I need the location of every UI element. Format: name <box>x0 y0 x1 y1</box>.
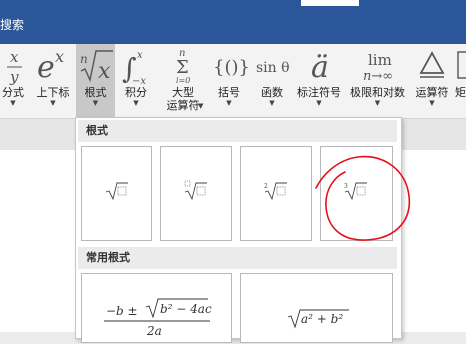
quadratic-formula: −b ± b² − 4ac 2a <box>104 298 212 338</box>
search-label[interactable]: 搜索 <box>0 16 24 33</box>
bracket-label: 括号 <box>218 86 240 99</box>
chevron-down-icon: ▼ <box>374 99 381 107</box>
section-header-radicals: 根式 <box>78 120 397 142</box>
equation-ribbon: xy 分式 ▼ ex 上下标 ▼ nx 根式 ▼ ∫ x −x 积分 ▼ n Σi=0… <box>0 44 466 119</box>
svg-text:2: 2 <box>264 183 268 190</box>
fraction-button[interactable]: xy 分式 ▼ <box>0 44 26 118</box>
operator-label: 运算符 <box>415 86 449 99</box>
radical-gallery: 根式 2 3 常用根式 −b ± b² − 4ac 2a a² + b² <box>75 117 402 343</box>
fraction-icon: xy <box>2 44 24 86</box>
bracket-button[interactable]: {()} 括号 ▼ <box>209 44 249 118</box>
function-button[interactable]: sin θ 函数 ▼ <box>251 44 293 118</box>
radical-icon: nx <box>77 44 115 86</box>
svg-text:Σ: Σ <box>176 57 189 78</box>
svg-text:y: y <box>9 68 19 85</box>
pythagorean-root-tile[interactable]: a² + b² <box>240 273 393 343</box>
matrix-button[interactable]: 矩 <box>455 44 466 118</box>
quadratic-numerator-left: −b ± <box>106 304 138 318</box>
integral-button[interactable]: ∫ x −x 积分 ▼ <box>120 44 152 118</box>
square-root-tile[interactable] <box>81 146 152 241</box>
large-operator-label: 大型 运算符 <box>166 86 200 112</box>
title-bar: 搜索 <box>0 0 466 44</box>
svg-text:n→∞: n→∞ <box>363 69 393 84</box>
accent-label: 标注符号 <box>297 86 341 99</box>
chevron-down-icon: ▼ <box>269 99 275 107</box>
operator-button[interactable]: 运算符 ▼ <box>411 44 453 118</box>
integral-icon: ∫ x −x <box>120 44 152 86</box>
chevron-down-icon: ▼ <box>10 99 16 107</box>
svg-text:x: x <box>98 59 111 84</box>
chevron-down-icon: ▼ <box>226 99 232 107</box>
matrix-icon <box>455 44 466 86</box>
chevron-down-icon: ▼ <box>429 99 435 107</box>
svg-text:i=0: i=0 <box>176 76 190 85</box>
svg-text:x: x <box>10 48 19 66</box>
operator-icon <box>412 44 452 86</box>
cube-root-tile[interactable]: 3 <box>320 146 393 241</box>
svg-text:x: x <box>55 47 64 66</box>
svg-text:ä: ä <box>311 50 329 85</box>
svg-text:n: n <box>80 52 88 66</box>
bracket-icon: {()} <box>210 44 248 86</box>
chevron-down-icon: ▼ <box>133 99 139 107</box>
square-root-icon <box>105 182 128 201</box>
fraction-label: 分式 <box>2 86 24 99</box>
svg-text:{()}: {()} <box>213 57 248 78</box>
function-icon: sin θ <box>252 44 292 86</box>
function-label: 函数 <box>261 86 283 99</box>
chevron-down-icon: ▼ <box>198 102 204 110</box>
section-header-common-radicals: 常用根式 <box>78 247 397 269</box>
accent-icon: ä <box>301 44 337 86</box>
svg-text:x: x <box>137 50 143 61</box>
integral-label: 积分 <box>125 86 147 99</box>
chevron-down-icon: ▼ <box>92 99 99 107</box>
svg-text:e: e <box>37 50 55 85</box>
superscript-icon: ex <box>33 44 73 86</box>
svg-text:sin θ: sin θ <box>256 60 290 76</box>
script-label: 上下标 <box>36 86 70 99</box>
limit-log-label: 极限和对数 <box>350 86 405 99</box>
svg-text:lim: lim <box>368 51 392 69</box>
accent-button[interactable]: ä 标注符号 ▼ <box>294 44 344 118</box>
limit-icon: lim n→∞ <box>356 44 400 86</box>
degree-2-root-icon: 2 <box>264 182 287 201</box>
radical-button[interactable]: nx 根式 ▼ <box>76 44 115 118</box>
nth-root-icon <box>184 180 207 201</box>
quadratic-formula-tile[interactable]: −b ± b² − 4ac 2a <box>81 273 232 343</box>
sum-icon: n Σi=0 <box>168 44 198 86</box>
search-box[interactable] <box>301 0 359 6</box>
matrix-label: 矩 <box>455 86 466 99</box>
chevron-down-icon: ▼ <box>50 99 56 107</box>
pythagorean-root: a² + b² <box>287 309 349 329</box>
svg-text:3: 3 <box>344 183 348 190</box>
pythagorean-radicand: a² + b² <box>301 312 343 326</box>
cube-root-icon: 3 <box>344 182 367 201</box>
square-root-with-degree-tile[interactable]: 2 <box>240 146 312 241</box>
limit-log-button[interactable]: lim n→∞ 极限和对数 ▼ <box>346 44 409 118</box>
quadratic-radicand: b² − 4ac <box>160 302 212 316</box>
radical-label: 根式 <box>84 86 107 99</box>
script-button[interactable]: ex 上下标 ▼ <box>32 44 74 118</box>
svg-text:−x: −x <box>132 76 146 85</box>
chevron-down-icon: ▼ <box>316 99 322 107</box>
root-with-degree-tile[interactable] <box>160 146 232 241</box>
quadratic-denominator: 2a <box>146 324 162 338</box>
